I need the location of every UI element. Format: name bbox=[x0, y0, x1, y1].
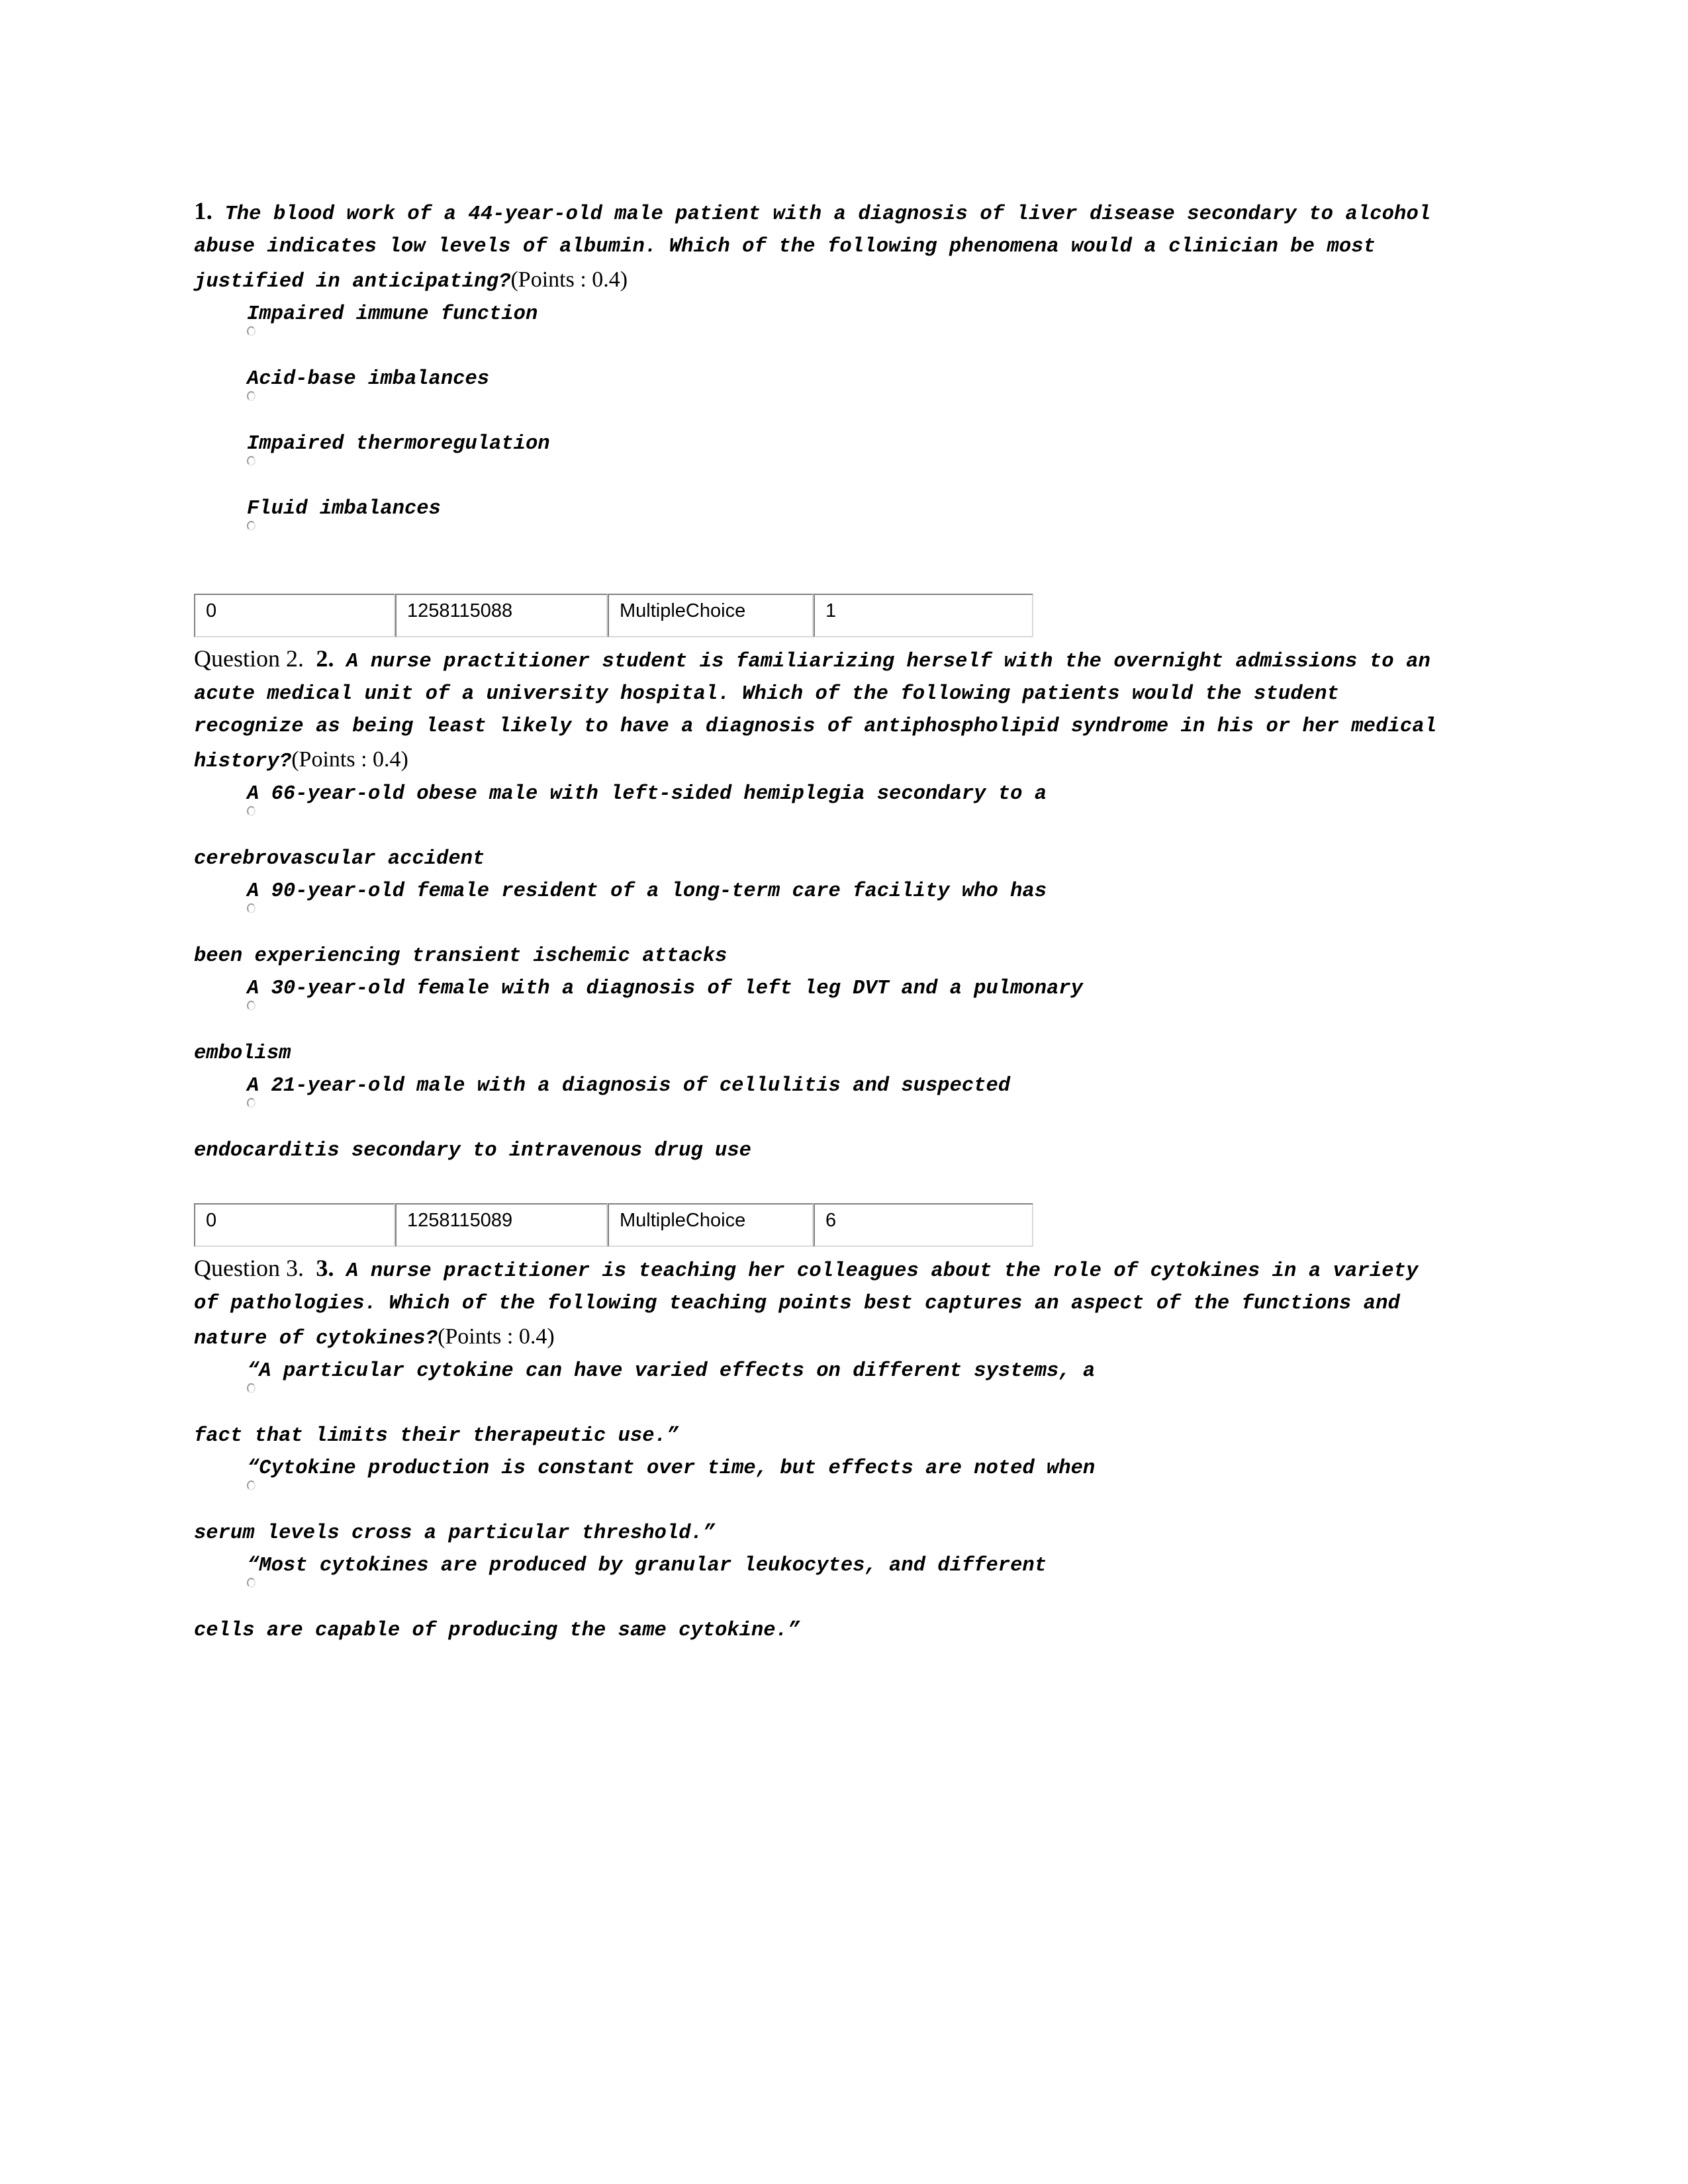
radio-button-icon[interactable] bbox=[247, 1001, 256, 1011]
option-spacer bbox=[194, 396, 1452, 428]
radio-button-icon[interactable] bbox=[247, 1098, 256, 1108]
option-label: Fluid imbalances bbox=[247, 498, 441, 520]
option-item[interactable]: Fluid imbalances bbox=[194, 493, 1452, 558]
meta-cell-score: 0 bbox=[194, 594, 395, 637]
options-list-2: A 66-year-old obese male with left-sided… bbox=[194, 778, 1452, 1167]
question-points-3: (Points : 0.4) bbox=[438, 1324, 555, 1349]
option-label: Impaired thermoregulation bbox=[247, 433, 550, 455]
option-spacer bbox=[194, 908, 1452, 940]
question-heading-2: Question 2. bbox=[194, 645, 304, 672]
option-label: “Cytokine production is constant over ti… bbox=[247, 1457, 1096, 1480]
document-page: 1. The blood work of a 44-year-old male … bbox=[0, 0, 1688, 2184]
radio-button-icon[interactable] bbox=[247, 1383, 256, 1393]
option-spacer bbox=[194, 331, 1452, 363]
option-spacer bbox=[194, 1582, 1452, 1615]
question-block-2: Question 2. 2. A nurse practitioner stud… bbox=[194, 643, 1452, 1252]
option-label-continuation: fact that limits their therapeutic use.” bbox=[194, 1425, 679, 1447]
meta-cell-id: 1258115088 bbox=[395, 594, 608, 637]
question-block-1: 1. The blood work of a 44-year-old male … bbox=[194, 195, 1452, 643]
question-heading-3: Question 3. bbox=[194, 1255, 304, 1281]
option-item[interactable]: “A particular cytokine can have varied e… bbox=[194, 1355, 1452, 1453]
option-label-continuation: been experiencing transient ischemic att… bbox=[194, 945, 727, 968]
meta-cell-answer: 1 bbox=[814, 594, 1033, 637]
option-label: “A particular cytokine can have varied e… bbox=[247, 1360, 1096, 1383]
options-list-1: Impaired immune function Acid-base imbal… bbox=[194, 298, 1452, 558]
option-spacer bbox=[194, 1005, 1452, 1038]
question-meta-table-2: 0 1258115089 MultipleChoice 6 bbox=[194, 1203, 1033, 1247]
meta-cell-score: 0 bbox=[194, 1203, 395, 1247]
question-stem-1: 1. The blood work of a 44-year-old male … bbox=[194, 195, 1452, 298]
question-points-2: (Points : 0.4) bbox=[291, 747, 408, 772]
option-label: A 21-year-old male with a diagnosis of c… bbox=[247, 1075, 1011, 1097]
radio-button-icon[interactable] bbox=[247, 806, 256, 816]
option-item[interactable]: A 30-year-old female with a diagnosis of… bbox=[194, 973, 1452, 1070]
option-item[interactable]: Impaired immune function bbox=[194, 298, 1452, 363]
radio-button-icon[interactable] bbox=[247, 903, 256, 913]
radio-button-icon[interactable] bbox=[247, 326, 256, 336]
radio-button-icon[interactable] bbox=[247, 521, 256, 531]
options-list-3: “A particular cytokine can have varied e… bbox=[194, 1355, 1452, 1647]
question-number-1: 1. bbox=[194, 198, 212, 225]
radio-button-icon[interactable] bbox=[247, 456, 256, 466]
option-spacer bbox=[194, 1388, 1452, 1420]
question-stem-3: Question 3. 3. A nurse practitioner is t… bbox=[194, 1252, 1452, 1355]
option-spacer bbox=[194, 1485, 1452, 1518]
option-label: A 90-year-old female resident of a long-… bbox=[247, 880, 1047, 903]
option-item[interactable]: A 21-year-old male with a diagnosis of c… bbox=[194, 1070, 1452, 1167]
option-item[interactable]: “Cytokine production is constant over ti… bbox=[194, 1453, 1452, 1550]
option-spacer bbox=[194, 525, 1452, 558]
option-label: Acid-base imbalances bbox=[247, 368, 490, 390]
meta-cell-answer: 6 bbox=[814, 1203, 1033, 1247]
meta-cell-id: 1258115089 bbox=[395, 1203, 608, 1247]
question-block-3: Question 3. 3. A nurse practitioner is t… bbox=[194, 1252, 1452, 1647]
option-label-continuation: cells are capable of producing the same … bbox=[194, 1619, 800, 1642]
option-item[interactable]: A 90-year-old female resident of a long-… bbox=[194, 876, 1452, 973]
option-spacer bbox=[194, 811, 1452, 843]
option-label-continuation: embolism bbox=[194, 1042, 291, 1065]
option-label-continuation: serum levels cross a particular threshol… bbox=[194, 1522, 716, 1545]
question-points-1: (Points : 0.4) bbox=[510, 267, 628, 292]
radio-button-icon[interactable] bbox=[247, 1578, 256, 1588]
question-meta-table-1: 0 1258115088 MultipleChoice 1 bbox=[194, 594, 1033, 637]
question-number-3: 3. bbox=[316, 1255, 334, 1281]
option-label-continuation: endocarditis secondary to intravenous dr… bbox=[194, 1140, 751, 1162]
option-spacer bbox=[194, 461, 1452, 493]
radio-button-icon[interactable] bbox=[247, 391, 256, 401]
option-label: A 66-year-old obese male with left-sided… bbox=[247, 783, 1047, 805]
option-item[interactable]: “Most cytokines are produced by granular… bbox=[194, 1550, 1452, 1647]
question-text-1: The blood work of a 44-year-old male pat… bbox=[194, 203, 1431, 293]
question-number-2: 2. bbox=[316, 645, 334, 672]
question-stem-2: Question 2. 2. A nurse practitioner stud… bbox=[194, 643, 1452, 778]
option-item[interactable]: Acid-base imbalances bbox=[194, 363, 1452, 428]
document-content: 1. The blood work of a 44-year-old male … bbox=[194, 195, 1452, 1647]
question-text-3: A nurse practitioner is teaching her col… bbox=[194, 1260, 1419, 1350]
meta-cell-type: MultipleChoice bbox=[608, 594, 814, 637]
option-item[interactable]: Impaired thermoregulation bbox=[194, 428, 1452, 493]
meta-cell-type: MultipleChoice bbox=[608, 1203, 814, 1247]
option-label: “Most cytokines are produced by granular… bbox=[247, 1555, 1047, 1577]
option-item[interactable]: A 66-year-old obese male with left-sided… bbox=[194, 778, 1452, 876]
option-spacer bbox=[194, 1103, 1452, 1135]
option-label: A 30-year-old female with a diagnosis of… bbox=[247, 978, 1083, 1000]
table-row: 0 1258115089 MultipleChoice 6 bbox=[194, 1203, 1033, 1247]
table-row: 0 1258115088 MultipleChoice 1 bbox=[194, 594, 1033, 637]
option-label: Impaired immune function bbox=[247, 303, 538, 326]
radio-button-icon[interactable] bbox=[247, 1480, 256, 1490]
option-label-continuation: cerebrovascular accident bbox=[194, 848, 485, 870]
